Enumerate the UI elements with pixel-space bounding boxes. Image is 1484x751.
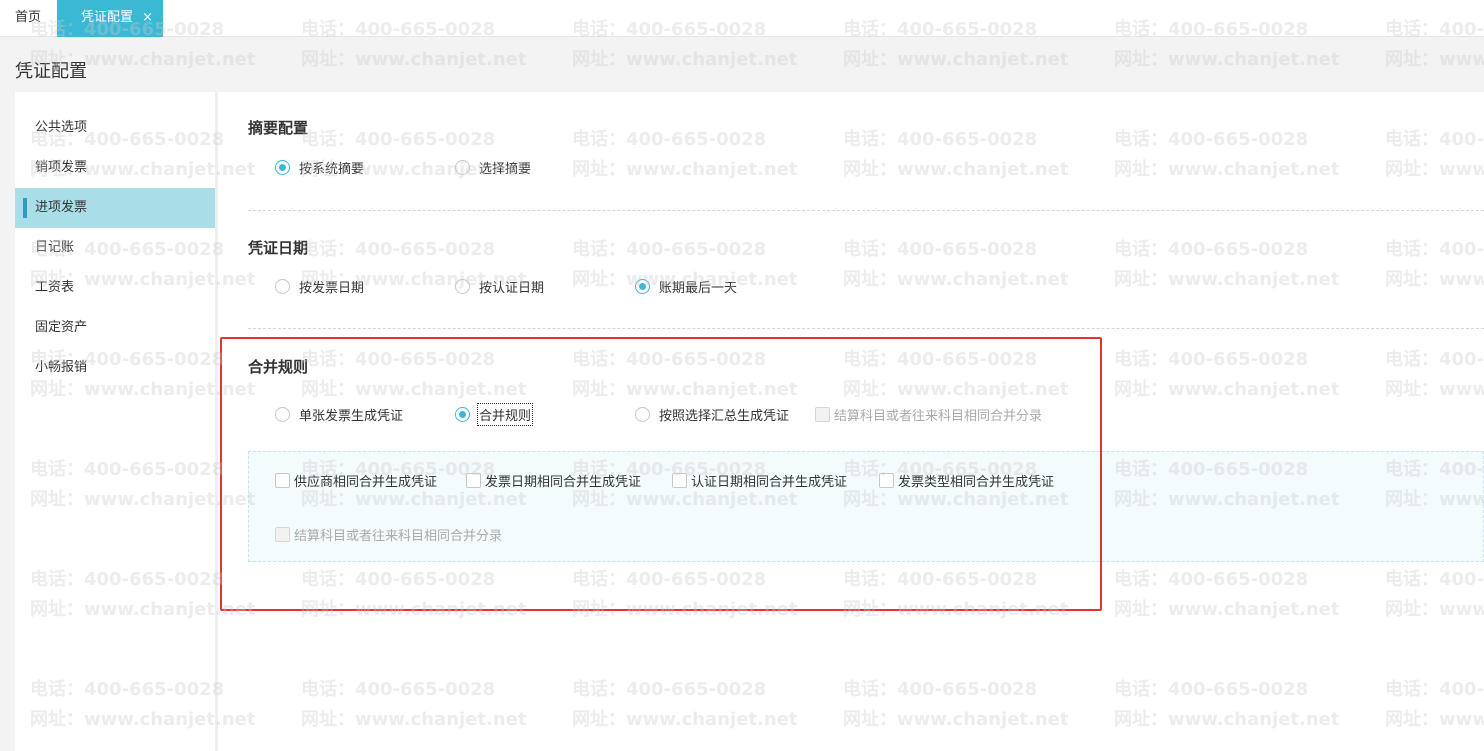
tab-bar: 首页 凭证配置 × (0, 0, 1484, 37)
sidebar-item-common-options[interactable]: 公共选项 (15, 108, 215, 148)
close-icon[interactable]: × (142, 0, 153, 35)
radio-certification-date[interactable]: 按认证日期 (455, 277, 544, 296)
sidebar-item-sales-invoice[interactable]: 销项发票 (15, 148, 215, 188)
page-title: 凭证配置 (15, 61, 87, 82)
summary-config-title: 摘要配置 (248, 119, 309, 137)
tab-home[interactable]: 首页 (0, 0, 56, 37)
radio-choose-summary-label: 选择摘要 (479, 162, 532, 177)
sidebar-item-journal[interactable]: 日记账 (15, 228, 215, 268)
sidebar-item-expense-reimbursement[interactable]: 小畅报销 (15, 348, 215, 388)
sidebar-item-purchase-invoice[interactable]: 进项发票 (15, 188, 215, 228)
voucher-date-title: 凭证日期 (248, 239, 309, 257)
watermark-site: 网址：www.chanjet.net (1385, 49, 1484, 70)
radio-choose-summary[interactable]: 选择摘要 (455, 158, 531, 177)
watermark-site: 网址：www.chanjet.net (843, 49, 1069, 70)
radio-period-last-day-label: 账期最后一天 (659, 281, 738, 296)
section-divider (248, 328, 1484, 329)
watermark-site: 网址：www.chanjet.net (301, 49, 527, 70)
radio-checked-icon[interactable] (275, 160, 290, 175)
radio-system-summary[interactable]: 按系统摘要 (275, 158, 364, 177)
watermark-site: 网址：www.chanjet.net (1114, 49, 1340, 70)
radio-certification-date-label: 按认证日期 (479, 281, 545, 296)
radio-unchecked-icon[interactable] (275, 279, 290, 294)
sidebar-item-fixed-assets[interactable]: 固定资产 (15, 308, 215, 348)
radio-checked-icon[interactable] (635, 279, 650, 294)
tab-voucher-config[interactable]: 凭证配置 × (57, 0, 163, 37)
radio-unchecked-icon[interactable] (455, 160, 470, 175)
radio-unchecked-icon[interactable] (455, 279, 470, 294)
highlight-annotation-box (220, 337, 1102, 611)
watermark-site: 网址：www.chanjet.net (572, 49, 798, 70)
radio-period-last-day[interactable]: 账期最后一天 (635, 277, 737, 296)
radio-invoice-date[interactable]: 按发票日期 (275, 277, 364, 296)
sidebar-item-payroll[interactable]: 工资表 (15, 268, 215, 308)
section-divider (248, 210, 1484, 211)
radio-invoice-date-label: 按发票日期 (299, 281, 365, 296)
tab-voucher-config-label: 凭证配置 (81, 10, 134, 25)
radio-system-summary-label: 按系统摘要 (299, 162, 365, 177)
sidebar: 公共选项 销项发票 进项发票 日记账 工资表 固定资产 小畅报销 (15, 92, 215, 751)
